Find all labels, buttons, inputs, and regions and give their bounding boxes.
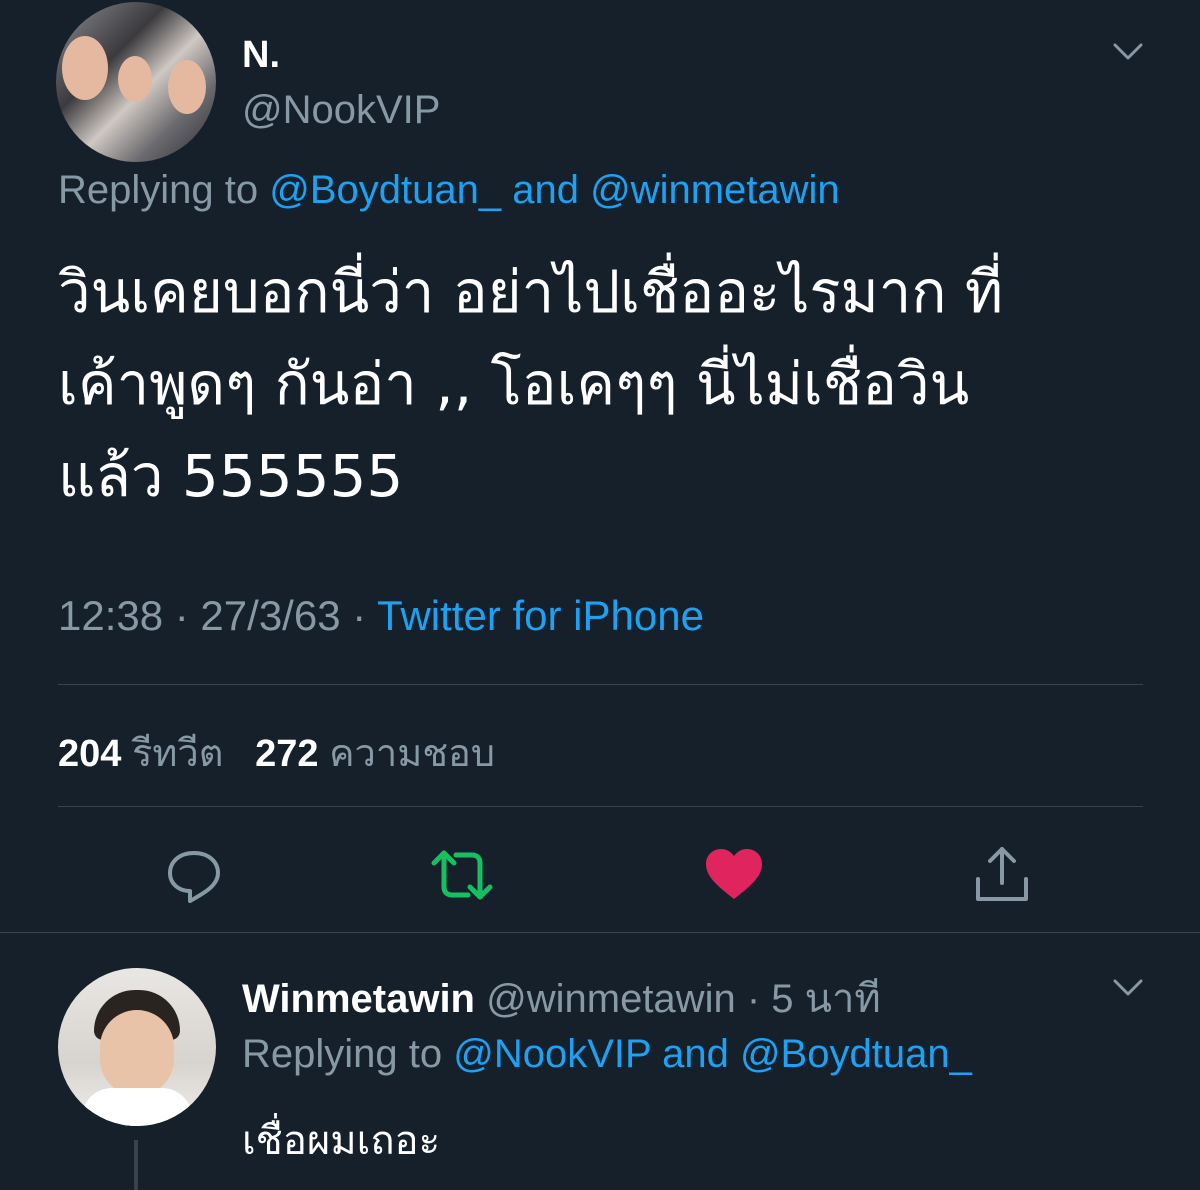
- avatar[interactable]: [56, 2, 216, 162]
- replying-to: Replying to @Boydtuan_ and @winmetawin: [58, 168, 840, 213]
- reply-author: Winmetawin @winmetawin · 5 นาที: [242, 966, 881, 1030]
- reply-time-sep: ·: [735, 977, 772, 1021]
- avatar-face: [100, 1010, 174, 1096]
- tweet-meta: 12:38 · 27/3/63 · Twitter for iPhone: [58, 592, 704, 640]
- share-icon[interactable]: [970, 843, 1034, 907]
- replying-prefix: Replying to: [58, 168, 270, 212]
- retweet-count: 204: [58, 733, 122, 775]
- divider: [58, 806, 1143, 807]
- replying-and[interactable]: and: [651, 1032, 740, 1076]
- like-icon[interactable]: [702, 843, 766, 907]
- avatar-face: [118, 56, 152, 102]
- tweet-source[interactable]: Twitter for iPhone: [377, 592, 704, 639]
- avatar-face: [168, 60, 206, 114]
- mention-link[interactable]: @winmetawin: [590, 168, 840, 212]
- reply-icon[interactable]: [162, 843, 226, 907]
- section-separator: [0, 932, 1200, 933]
- avatar-face: [62, 36, 108, 100]
- reply-time: 5 นาที: [771, 977, 881, 1021]
- divider: [58, 684, 1143, 685]
- chevron-down-icon[interactable]: [1113, 978, 1143, 998]
- reply-author-handle[interactable]: @winmetawin: [486, 977, 736, 1021]
- retweet-icon[interactable]: [430, 843, 494, 907]
- author-handle[interactable]: @NookVIP: [242, 88, 440, 133]
- avatar[interactable]: [58, 968, 216, 1126]
- mention-link[interactable]: @Boydtuan_: [269, 168, 501, 212]
- replying-to: Replying to @NookVIP and @Boydtuan_: [242, 1032, 972, 1077]
- like-label: ความชอบ: [329, 733, 495, 775]
- like-stat[interactable]: 272 ความชอบ: [255, 733, 495, 775]
- replying-and[interactable]: and: [501, 168, 590, 212]
- replying-prefix: Replying to: [242, 1032, 454, 1076]
- reply-author-name[interactable]: Winmetawin: [242, 977, 475, 1021]
- tweet-text: วินเคยบอกนี่ว่า อย่าไปเชื่ออะไรมาก ที่ เ…: [58, 258, 1004, 510]
- thread-line: [134, 1140, 138, 1190]
- tweet-stats: 204 รีทวีต 272 ความชอบ: [58, 722, 495, 783]
- chevron-down-icon[interactable]: [1113, 42, 1143, 62]
- mention-link[interactable]: @NookVIP: [453, 1032, 651, 1076]
- tweet-time: 12:38 · 27/3/63 ·: [58, 592, 378, 639]
- retweet-label: รีทวีต: [131, 733, 224, 775]
- mention-link[interactable]: @Boydtuan_: [740, 1032, 972, 1076]
- author-name[interactable]: N.: [242, 34, 280, 77]
- avatar-shirt: [82, 1088, 192, 1126]
- like-count: 272: [255, 733, 319, 775]
- reply-text: เชื่อผมเถอะ: [242, 1118, 441, 1164]
- retweet-stat[interactable]: 204 รีทวีต: [58, 733, 223, 775]
